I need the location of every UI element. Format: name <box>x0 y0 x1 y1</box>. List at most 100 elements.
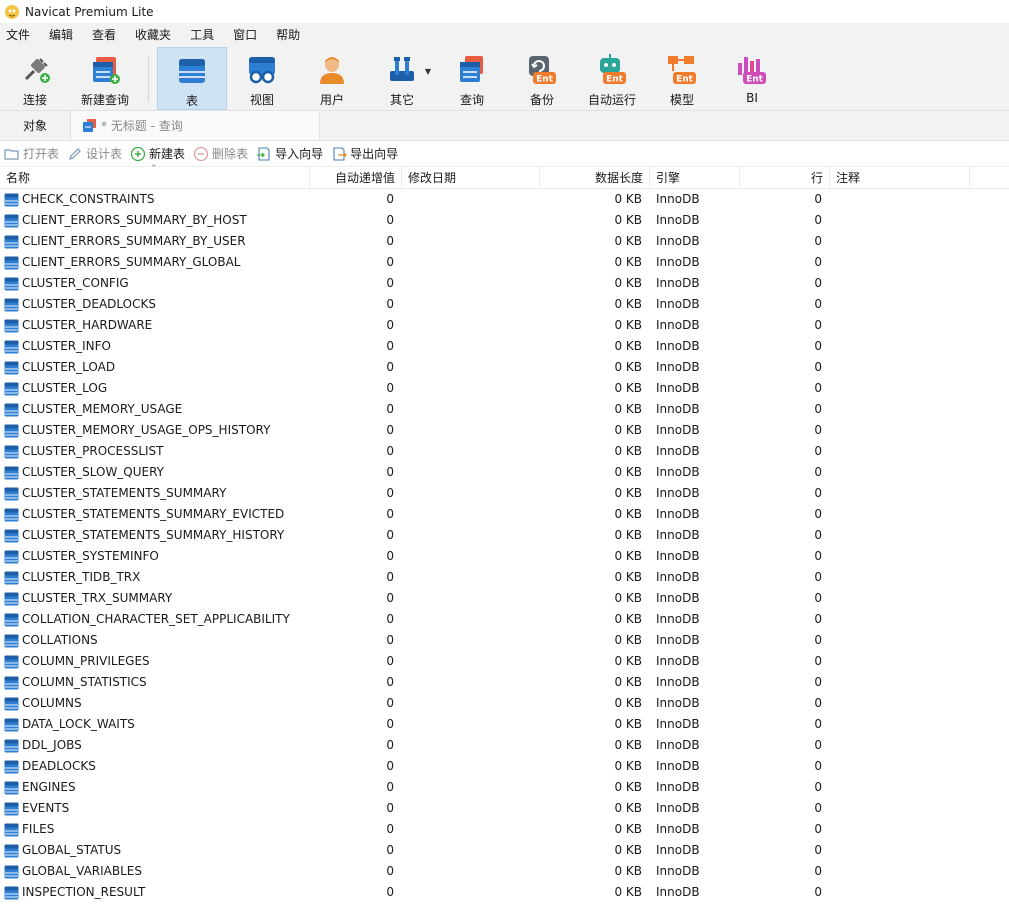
view-button[interactable]: 视图 <box>227 47 297 110</box>
table-name-cell: CHECK_CONSTRAINTS <box>0 189 310 210</box>
column-header-engine[interactable]: 引擎 <box>650 166 740 189</box>
design-table-button[interactable]: 设计表 <box>67 145 122 162</box>
table-name: CLUSTER_MEMORY_USAGE_OPS_HISTORY <box>22 423 271 437</box>
new-table-button[interactable]: 新建表 <box>130 145 185 162</box>
bi-button[interactable]: Ent BI <box>717 47 787 110</box>
modified-date-value <box>402 336 540 357</box>
table-name-cell: DATA_LOCK_WAITS <box>0 714 310 735</box>
menu-file[interactable]: 文件 <box>0 23 43 47</box>
import-wizard-button[interactable]: 导入向导 <box>256 145 323 162</box>
table-row[interactable]: INSPECTION_RESULT 0 0 KB InnoDB 0 <box>0 882 1009 903</box>
table-row[interactable]: CLIENT_ERRORS_SUMMARY_BY_HOST 0 0 KB Inn… <box>0 210 1009 231</box>
export-wizard-button[interactable]: 导出向导 <box>331 145 398 162</box>
table-row[interactable]: CLUSTER_MEMORY_USAGE_OPS_HISTORY 0 0 KB … <box>0 420 1009 441</box>
table-row[interactable]: FILES 0 0 KB InnoDB 0 <box>0 819 1009 840</box>
modified-date-value <box>402 357 540 378</box>
table-name: CLUSTER_PROCESSLIST <box>22 444 164 458</box>
delete-table-label: 删除表 <box>212 147 249 161</box>
table-name-cell: ENGINES <box>0 777 310 798</box>
table-row[interactable]: CLUSTER_TRX_SUMMARY 0 0 KB InnoDB 0 <box>0 588 1009 609</box>
table-row[interactable]: GLOBAL_VARIABLES 0 0 KB InnoDB 0 <box>0 861 1009 882</box>
table-row[interactable]: CLUSTER_STATEMENTS_SUMMARY_EVICTED 0 0 K… <box>0 504 1009 525</box>
table-row[interactable]: CLUSTER_STATEMENTS_SUMMARY 0 0 KB InnoDB… <box>0 483 1009 504</box>
auto-increment-value: 0 <box>386 801 394 815</box>
engine-value: InnoDB <box>656 192 700 206</box>
table-row[interactable]: COLUMN_STATISTICS 0 0 KB InnoDB 0 <box>0 672 1009 693</box>
table-row[interactable]: DEADLOCKS 0 0 KB InnoDB 0 <box>0 756 1009 777</box>
table-row[interactable]: EVENTS 0 0 KB InnoDB 0 <box>0 798 1009 819</box>
table-row[interactable]: COLLATIONS 0 0 KB InnoDB 0 <box>0 630 1009 651</box>
table-row[interactable]: COLUMNS 0 0 KB InnoDB 0 <box>0 693 1009 714</box>
other-button[interactable]: ▼ 其它 <box>367 47 437 110</box>
rows-value: 0 <box>814 633 822 647</box>
column-header-data-length[interactable]: 数据长度 <box>540 166 650 189</box>
query-button[interactable]: 查询 <box>437 47 507 110</box>
table-row[interactable]: CLUSTER_STATEMENTS_SUMMARY_HISTORY 0 0 K… <box>0 525 1009 546</box>
automation-button[interactable]: Ent 自动运行 <box>577 47 647 110</box>
column-header-rows[interactable]: 行 <box>740 166 830 189</box>
table-row[interactable]: COLLATION_CHARACTER_SET_APPLICABILITY 0 … <box>0 609 1009 630</box>
table-row[interactable]: CLIENT_ERRORS_SUMMARY_GLOBAL 0 0 KB Inno… <box>0 252 1009 273</box>
user-button[interactable]: 用户 <box>297 47 367 110</box>
data-length-value: 0 KB <box>614 192 642 206</box>
table-row[interactable]: CLUSTER_MEMORY_USAGE 0 0 KB InnoDB 0 <box>0 399 1009 420</box>
table-name-cell: GLOBAL_STATUS <box>0 840 310 861</box>
table-row[interactable]: CLUSTER_CONFIG 0 0 KB InnoDB 0 <box>0 273 1009 294</box>
modified-date-value <box>402 525 540 546</box>
modified-date-value <box>402 714 540 735</box>
table-row[interactable]: CLIENT_ERRORS_SUMMARY_BY_USER 0 0 KB Inn… <box>0 231 1009 252</box>
menu-view[interactable]: 查看 <box>86 23 129 47</box>
menu-window[interactable]: 窗口 <box>227 23 270 47</box>
new-query-button[interactable]: 新建查询 <box>70 47 140 110</box>
menu-edit[interactable]: 编辑 <box>43 23 86 47</box>
table-icon <box>4 529 19 542</box>
comment-value <box>830 651 970 672</box>
model-button[interactable]: Ent 模型 <box>647 47 717 110</box>
modified-date-value <box>402 420 540 441</box>
connect-button[interactable]: 连接 <box>0 47 70 110</box>
table-row[interactable]: CLUSTER_HARDWARE 0 0 KB InnoDB 0 <box>0 315 1009 336</box>
table-row[interactable]: CLUSTER_LOG 0 0 KB InnoDB 0 <box>0 378 1009 399</box>
table-name-cell: CLUSTER_LOAD <box>0 357 310 378</box>
new-query-icon <box>93 57 120 84</box>
column-header-comment[interactable]: 注释 <box>830 166 970 189</box>
chevron-down-icon[interactable]: ▼ <box>425 67 431 76</box>
rows-value: 0 <box>814 885 822 899</box>
engine-value: InnoDB <box>656 759 700 773</box>
menu-help[interactable]: 帮助 <box>270 23 313 47</box>
table-row[interactable]: CLUSTER_LOAD 0 0 KB InnoDB 0 <box>0 357 1009 378</box>
tab-untitled-query[interactable]: * 无标题 - 查询 <box>70 111 320 140</box>
table-button[interactable]: 表 <box>157 47 227 110</box>
table-row[interactable]: CHECK_CONSTRAINTS 0 0 KB InnoDB 0 <box>0 189 1009 210</box>
table-name-cell: CLIENT_ERRORS_SUMMARY_BY_USER <box>0 231 310 252</box>
data-length-value: 0 KB <box>614 276 642 290</box>
data-length-value: 0 KB <box>614 591 642 605</box>
menu-favorites[interactable]: 收藏夹 <box>129 23 184 47</box>
column-header-auto-increment[interactable]: 自动递增值 <box>310 166 402 189</box>
table-row[interactable]: CLUSTER_TIDB_TRX 0 0 KB InnoDB 0 <box>0 567 1009 588</box>
delete-table-button[interactable]: 删除表 <box>193 145 248 162</box>
main-toolbar: 连接 新建查询 表 视图 用户 ▼ 其它 查询 Ent 备份 Ent 自动运行 … <box>0 47 1009 111</box>
table-row[interactable]: CLUSTER_SYSTEMINFO 0 0 KB InnoDB 0 <box>0 546 1009 567</box>
table-row[interactable]: DATA_LOCK_WAITS 0 0 KB InnoDB 0 <box>0 714 1009 735</box>
table-row[interactable]: CLUSTER_PROCESSLIST 0 0 KB InnoDB 0 <box>0 441 1009 462</box>
table-header: ⌃ 名称 自动递增值 修改日期 数据长度 引擎 行 注释 <box>0 164 1009 189</box>
table-row[interactable]: DDL_JOBS 0 0 KB InnoDB 0 <box>0 735 1009 756</box>
open-table-button[interactable]: 打开表 <box>4 145 59 162</box>
auto-increment-value: 0 <box>386 759 394 773</box>
table-row[interactable]: COLUMN_PRIVILEGES 0 0 KB InnoDB 0 <box>0 651 1009 672</box>
column-header-modified-date[interactable]: 修改日期 <box>402 166 540 189</box>
data-length-value: 0 KB <box>614 465 642 479</box>
table-row[interactable]: CLUSTER_DEADLOCKS 0 0 KB InnoDB 0 <box>0 294 1009 315</box>
tab-objects[interactable]: 对象 <box>0 111 70 140</box>
table-row[interactable]: ENGINES 0 0 KB InnoDB 0 <box>0 777 1009 798</box>
query-icon <box>460 56 483 82</box>
table-row[interactable]: CLUSTER_SLOW_QUERY 0 0 KB InnoDB 0 <box>0 462 1009 483</box>
modified-date-value <box>402 210 540 231</box>
table-row[interactable]: GLOBAL_STATUS 0 0 KB InnoDB 0 <box>0 840 1009 861</box>
menu-tools[interactable]: 工具 <box>184 23 227 47</box>
data-length-value: 0 KB <box>614 759 642 773</box>
backup-button[interactable]: Ent 备份 <box>507 47 577 110</box>
table-row[interactable]: CLUSTER_INFO 0 0 KB InnoDB 0 <box>0 336 1009 357</box>
model-label: 模型 <box>669 93 694 107</box>
